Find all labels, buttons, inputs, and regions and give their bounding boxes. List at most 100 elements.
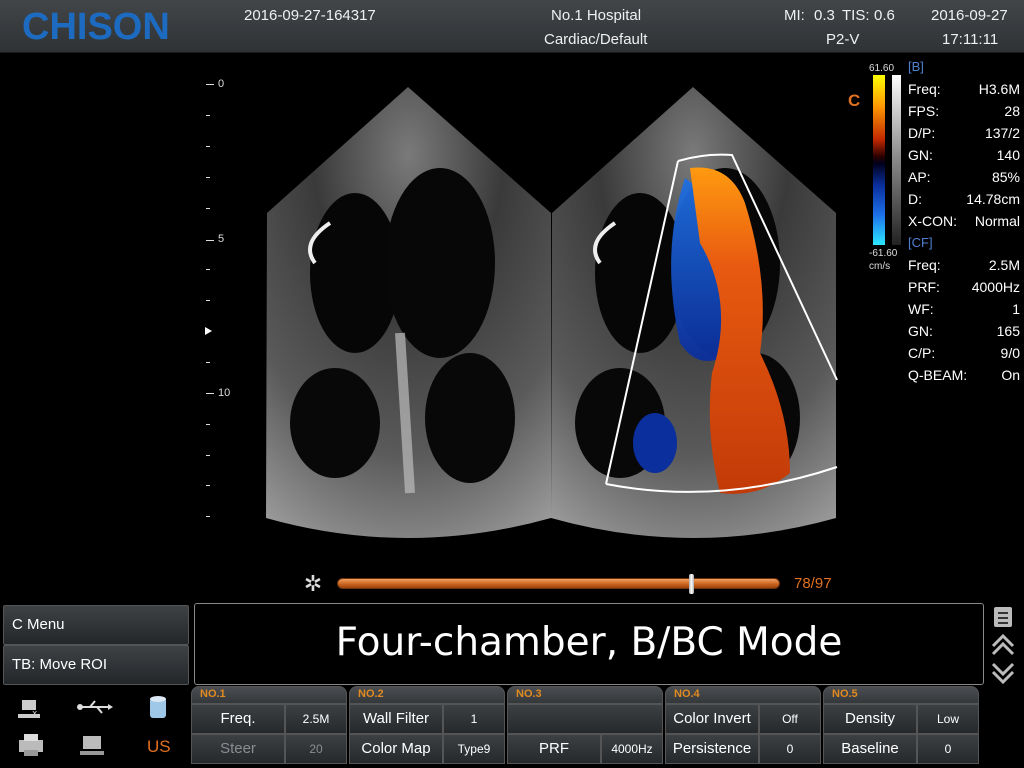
baseline-button[interactable]: Baseline <box>823 734 917 764</box>
tis-label: TIS: <box>842 7 870 24</box>
param-key: Freq: <box>908 81 941 97</box>
group-title: NO.5 <box>823 686 979 704</box>
param-row: GN: 140 <box>908 147 1020 169</box>
color-bar-unit: cm/s <box>869 261 891 272</box>
param-row: C/P: 9/0 <box>908 345 1020 367</box>
ultrasound-image[interactable] <box>0 53 1024 600</box>
prf-value: 4000Hz <box>601 734 663 764</box>
depth-tick <box>206 177 210 178</box>
depth-tick <box>206 362 210 363</box>
param-key: D: <box>908 191 922 207</box>
param-row: PRF: 4000Hz <box>908 279 1020 301</box>
empty-slot <box>507 704 663 734</box>
param-value: 85% <box>991 169 1020 185</box>
freq-button[interactable]: Freq. <box>191 704 285 734</box>
color-bar-min: -61.60 <box>869 248 898 259</box>
grayscale-bar <box>892 75 901 245</box>
parameter-panel: [B] Freq: H3.6M FPS: 28 D/P: 137/2 GN: 140 A… <box>908 59 1020 389</box>
param-group-1: NO.1 Freq. 2.5M Steer 20 <box>191 686 347 768</box>
color-map-button[interactable]: Color Map <box>349 734 443 764</box>
param-value: 165 <box>996 323 1020 339</box>
depth-tick <box>206 146 210 147</box>
param-value: 28 <box>1004 103 1020 119</box>
param-key: GN: <box>908 147 933 163</box>
param-row: WF: 1 <box>908 301 1020 323</box>
density-button[interactable]: Density <box>823 704 917 734</box>
depth-tick <box>206 240 214 241</box>
monitor-icon <box>80 736 104 755</box>
param-group-2: NO.2 Wall Filter 1 Color Map Type9 <box>349 686 505 768</box>
baseline-value: 0 <box>917 734 979 764</box>
param-value: 137/2 <box>984 125 1020 141</box>
param-group-4: NO.4 Color Invert Off Persistence 0 <box>665 686 821 768</box>
depth-tick <box>206 393 214 394</box>
wall-filter-button[interactable]: Wall Filter <box>349 704 443 734</box>
depth-tick <box>206 485 210 486</box>
depth-label-10: 10 <box>218 387 231 399</box>
param-row: FPS: 28 <box>908 103 1020 125</box>
prf-button[interactable]: PRF <box>507 734 601 764</box>
study-id: 2016-09-27-164317 <box>244 7 376 24</box>
b-section-title: [B] <box>908 59 924 74</box>
us-indicator: US <box>147 737 171 756</box>
cine-slider[interactable] <box>337 574 780 594</box>
color-invert-button[interactable]: Color Invert <box>665 704 759 734</box>
param-key: FPS: <box>908 103 940 119</box>
wall-filter-value: 1 <box>443 704 505 734</box>
focus-marker[interactable] <box>205 327 212 335</box>
depth-tick <box>206 424 210 425</box>
b-mode-sector <box>266 87 551 538</box>
depth-tick <box>206 300 210 301</box>
status-icon-area: x US <box>0 688 190 768</box>
chison-logo: CHISON <box>22 6 170 48</box>
param-value: 1 <box>1012 301 1020 317</box>
param-key: C/P: <box>908 345 936 361</box>
param-row: Freq: H3.6M <box>908 81 1020 103</box>
param-key: PRF: <box>908 279 940 295</box>
color-invert-value: Off <box>759 704 821 734</box>
persistence-button[interactable]: Persistence <box>665 734 759 764</box>
c-menu-button[interactable]: C Menu <box>3 605 189 645</box>
param-value: H3.6M <box>978 81 1020 97</box>
header-bar: CHISON 2016-09-27-164317 No.1 Hospital C… <box>0 0 1024 53</box>
param-key: WF: <box>908 301 934 317</box>
cine-slider-thumb[interactable] <box>689 574 694 594</box>
bc-mode-sector <box>551 87 838 538</box>
group-title: NO.3 <box>507 686 663 704</box>
color-map-value: Type9 <box>443 734 505 764</box>
param-key: AP: <box>908 169 931 185</box>
param-group-3: NO.3 PRF 4000Hz <box>507 686 663 768</box>
usb-icon <box>77 700 113 714</box>
param-row: D/P: 137/2 <box>908 125 1020 147</box>
param-group-5: NO.5 Density Low Baseline 0 <box>823 686 979 768</box>
storage-icon <box>150 696 166 718</box>
color-mode-indicator: C <box>848 91 861 110</box>
param-key: Freq: <box>908 257 941 273</box>
param-row: D: 14.78cm <box>908 191 1020 213</box>
param-value: On <box>1001 367 1020 383</box>
param-key: D/P: <box>908 125 936 141</box>
header-date: 2016-09-27 <box>931 7 1008 24</box>
persistence-value: 0 <box>759 734 821 764</box>
density-value: Low <box>917 704 979 734</box>
tb-move-roi-button[interactable]: TB: Move ROI <box>3 645 189 685</box>
freq-value: 2.5M <box>285 704 347 734</box>
depth-tick <box>206 115 210 116</box>
mi-label: MI: <box>784 7 805 24</box>
imaging-area[interactable]: 0 5 10 61.60 -61.60 cm/s C [B] Freq: H3.6… <box>0 53 1024 600</box>
scroll-controls[interactable] <box>988 604 1022 686</box>
group-title: NO.1 <box>191 686 347 704</box>
steer-button[interactable]: Steer <box>191 734 285 764</box>
param-key: Q-BEAM: <box>908 367 968 383</box>
group-title: NO.2 <box>349 686 505 704</box>
cine-loop-icon[interactable]: ✲ <box>300 572 326 598</box>
param-value: 2.5M <box>988 257 1020 273</box>
group-title: NO.4 <box>665 686 821 704</box>
depth-tick <box>206 208 210 209</box>
mi-value: 0.3 <box>814 7 835 24</box>
depth-label-0: 0 <box>218 78 225 90</box>
param-row: GN: 165 <box>908 323 1020 345</box>
tis-value: 0.6 <box>874 7 895 24</box>
printer-icon <box>19 734 43 756</box>
param-row: X-CON: Normal <box>908 213 1020 235</box>
